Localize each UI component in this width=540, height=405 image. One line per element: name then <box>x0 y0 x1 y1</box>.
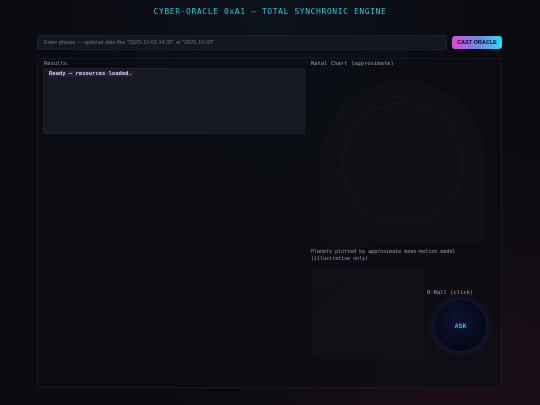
cast-oracle-button[interactable]: CAST ORACLE <box>452 36 502 49</box>
eightball-ask-label[interactable]: ASK <box>435 322 486 330</box>
natal-chart-heading: Natal Chart (approximate) <box>311 61 394 67</box>
results-box <box>43 68 305 134</box>
phrase-input[interactable] <box>37 35 447 50</box>
eightball-heading: 8-Ball (click) <box>427 290 474 296</box>
natal-chart-arc <box>320 80 486 243</box>
natal-chart-note: Planets plotted by approximate mean-moti… <box>311 249 456 262</box>
results-heading: Results <box>44 61 68 67</box>
app-title: CYBER-ORACLE 0xA1 — TOTAL SYNCHRONIC ENG… <box>153 7 387 16</box>
results-status: Ready — resources loaded. <box>48 71 133 77</box>
oracle-card-placeholder <box>312 268 424 358</box>
natal-chart <box>320 80 486 243</box>
